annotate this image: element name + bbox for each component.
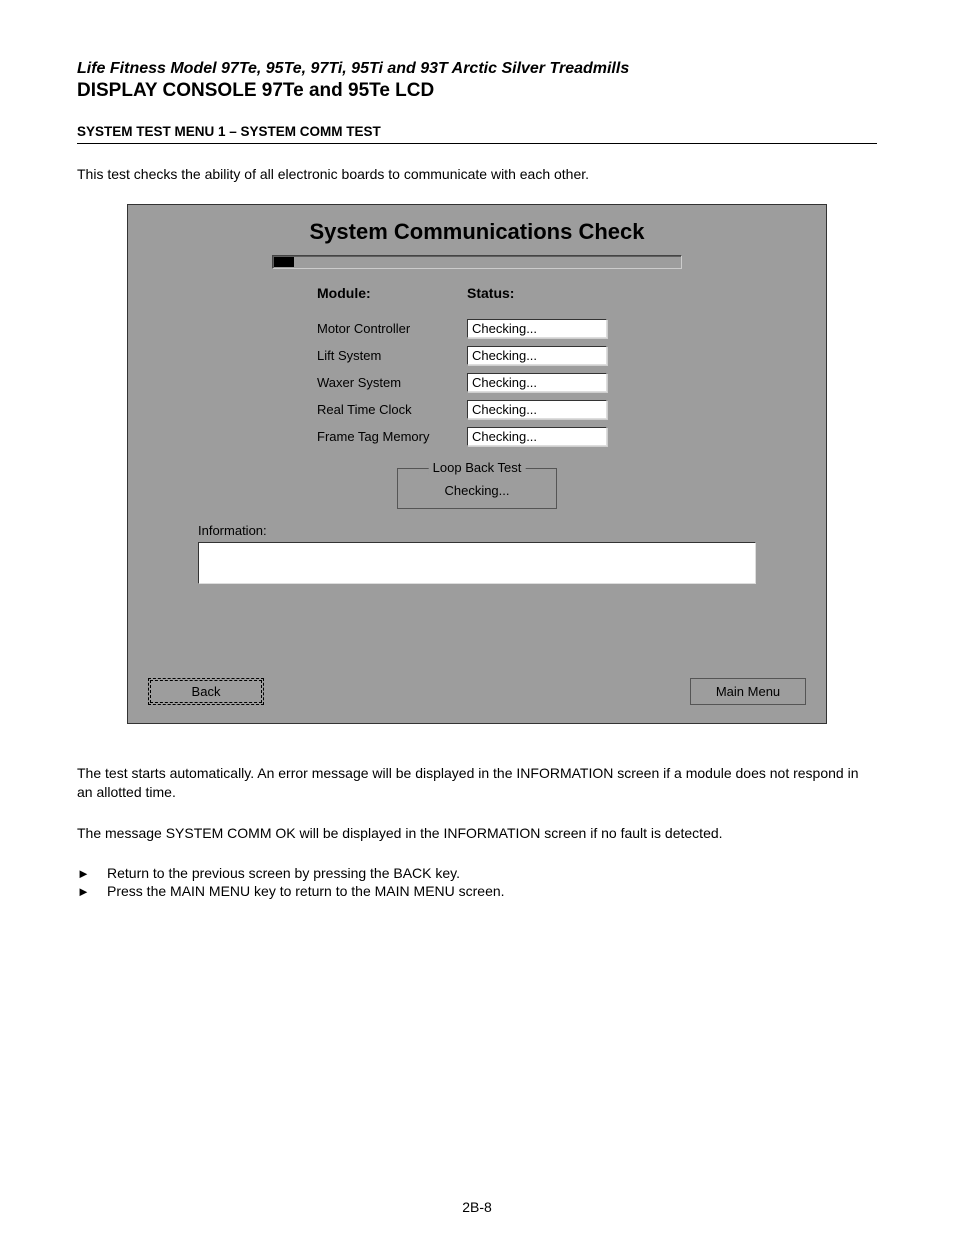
- column-header-status: Status:: [467, 285, 637, 301]
- instruction-list: ► Return to the previous screen by press…: [77, 865, 877, 899]
- table-row: Lift System Checking...: [317, 346, 637, 365]
- body-paragraph-2: The message SYSTEM COMM OK will be displ…: [77, 824, 877, 843]
- list-item-text: Return to the previous screen by pressin…: [107, 865, 460, 881]
- status-value: Checking...: [467, 346, 607, 365]
- page-number: 2B-8: [77, 1199, 877, 1215]
- information-box: [198, 542, 756, 584]
- back-button[interactable]: Back: [148, 678, 264, 705]
- body-paragraph-1: The test starts automatically. An error …: [77, 764, 877, 802]
- intro-paragraph: This test checks the ability of all elec…: [77, 166, 877, 182]
- information-label: Information:: [198, 523, 826, 538]
- table-row: Motor Controller Checking...: [317, 319, 637, 338]
- loop-back-value: Checking...: [410, 477, 544, 498]
- lcd-screenshot: System Communications Check Module: Stat…: [127, 204, 827, 724]
- triangle-bullet-icon: ►: [77, 884, 107, 899]
- progress-fill: [274, 257, 294, 267]
- list-item-text: Press the MAIN MENU key to return to the…: [107, 883, 505, 899]
- loop-back-legend: Loop Back Test: [429, 460, 526, 475]
- status-value: Checking...: [467, 427, 607, 446]
- list-item: ► Return to the previous screen by press…: [77, 865, 877, 881]
- status-value: Checking...: [467, 400, 607, 419]
- table-row: Real Time Clock Checking...: [317, 400, 637, 419]
- progress-bar: [272, 255, 682, 269]
- loop-back-group: Loop Back Test Checking...: [397, 468, 557, 509]
- module-label: Motor Controller: [317, 321, 467, 336]
- table-row: Waxer System Checking...: [317, 373, 637, 392]
- list-item: ► Press the MAIN MENU key to return to t…: [77, 883, 877, 899]
- doc-header-models: Life Fitness Model 97Te, 95Te, 97Ti, 95T…: [77, 60, 877, 78]
- module-label: Frame Tag Memory: [317, 429, 467, 444]
- doc-header-title: DISPLAY CONSOLE 97Te and 95Te LCD: [77, 80, 877, 102]
- lcd-title: System Communications Check: [128, 205, 826, 255]
- status-value: Checking...: [467, 319, 607, 338]
- status-value: Checking...: [467, 373, 607, 392]
- main-menu-button[interactable]: Main Menu: [690, 678, 806, 705]
- module-label: Real Time Clock: [317, 402, 467, 417]
- table-row: Frame Tag Memory Checking...: [317, 427, 637, 446]
- column-header-module: Module:: [317, 285, 467, 301]
- module-table: Module: Status: Motor Controller Checkin…: [317, 285, 637, 446]
- section-heading: SYSTEM TEST MENU 1 – SYSTEM COMM TEST: [77, 124, 877, 144]
- module-label: Waxer System: [317, 375, 467, 390]
- triangle-bullet-icon: ►: [77, 866, 107, 881]
- module-label: Lift System: [317, 348, 467, 363]
